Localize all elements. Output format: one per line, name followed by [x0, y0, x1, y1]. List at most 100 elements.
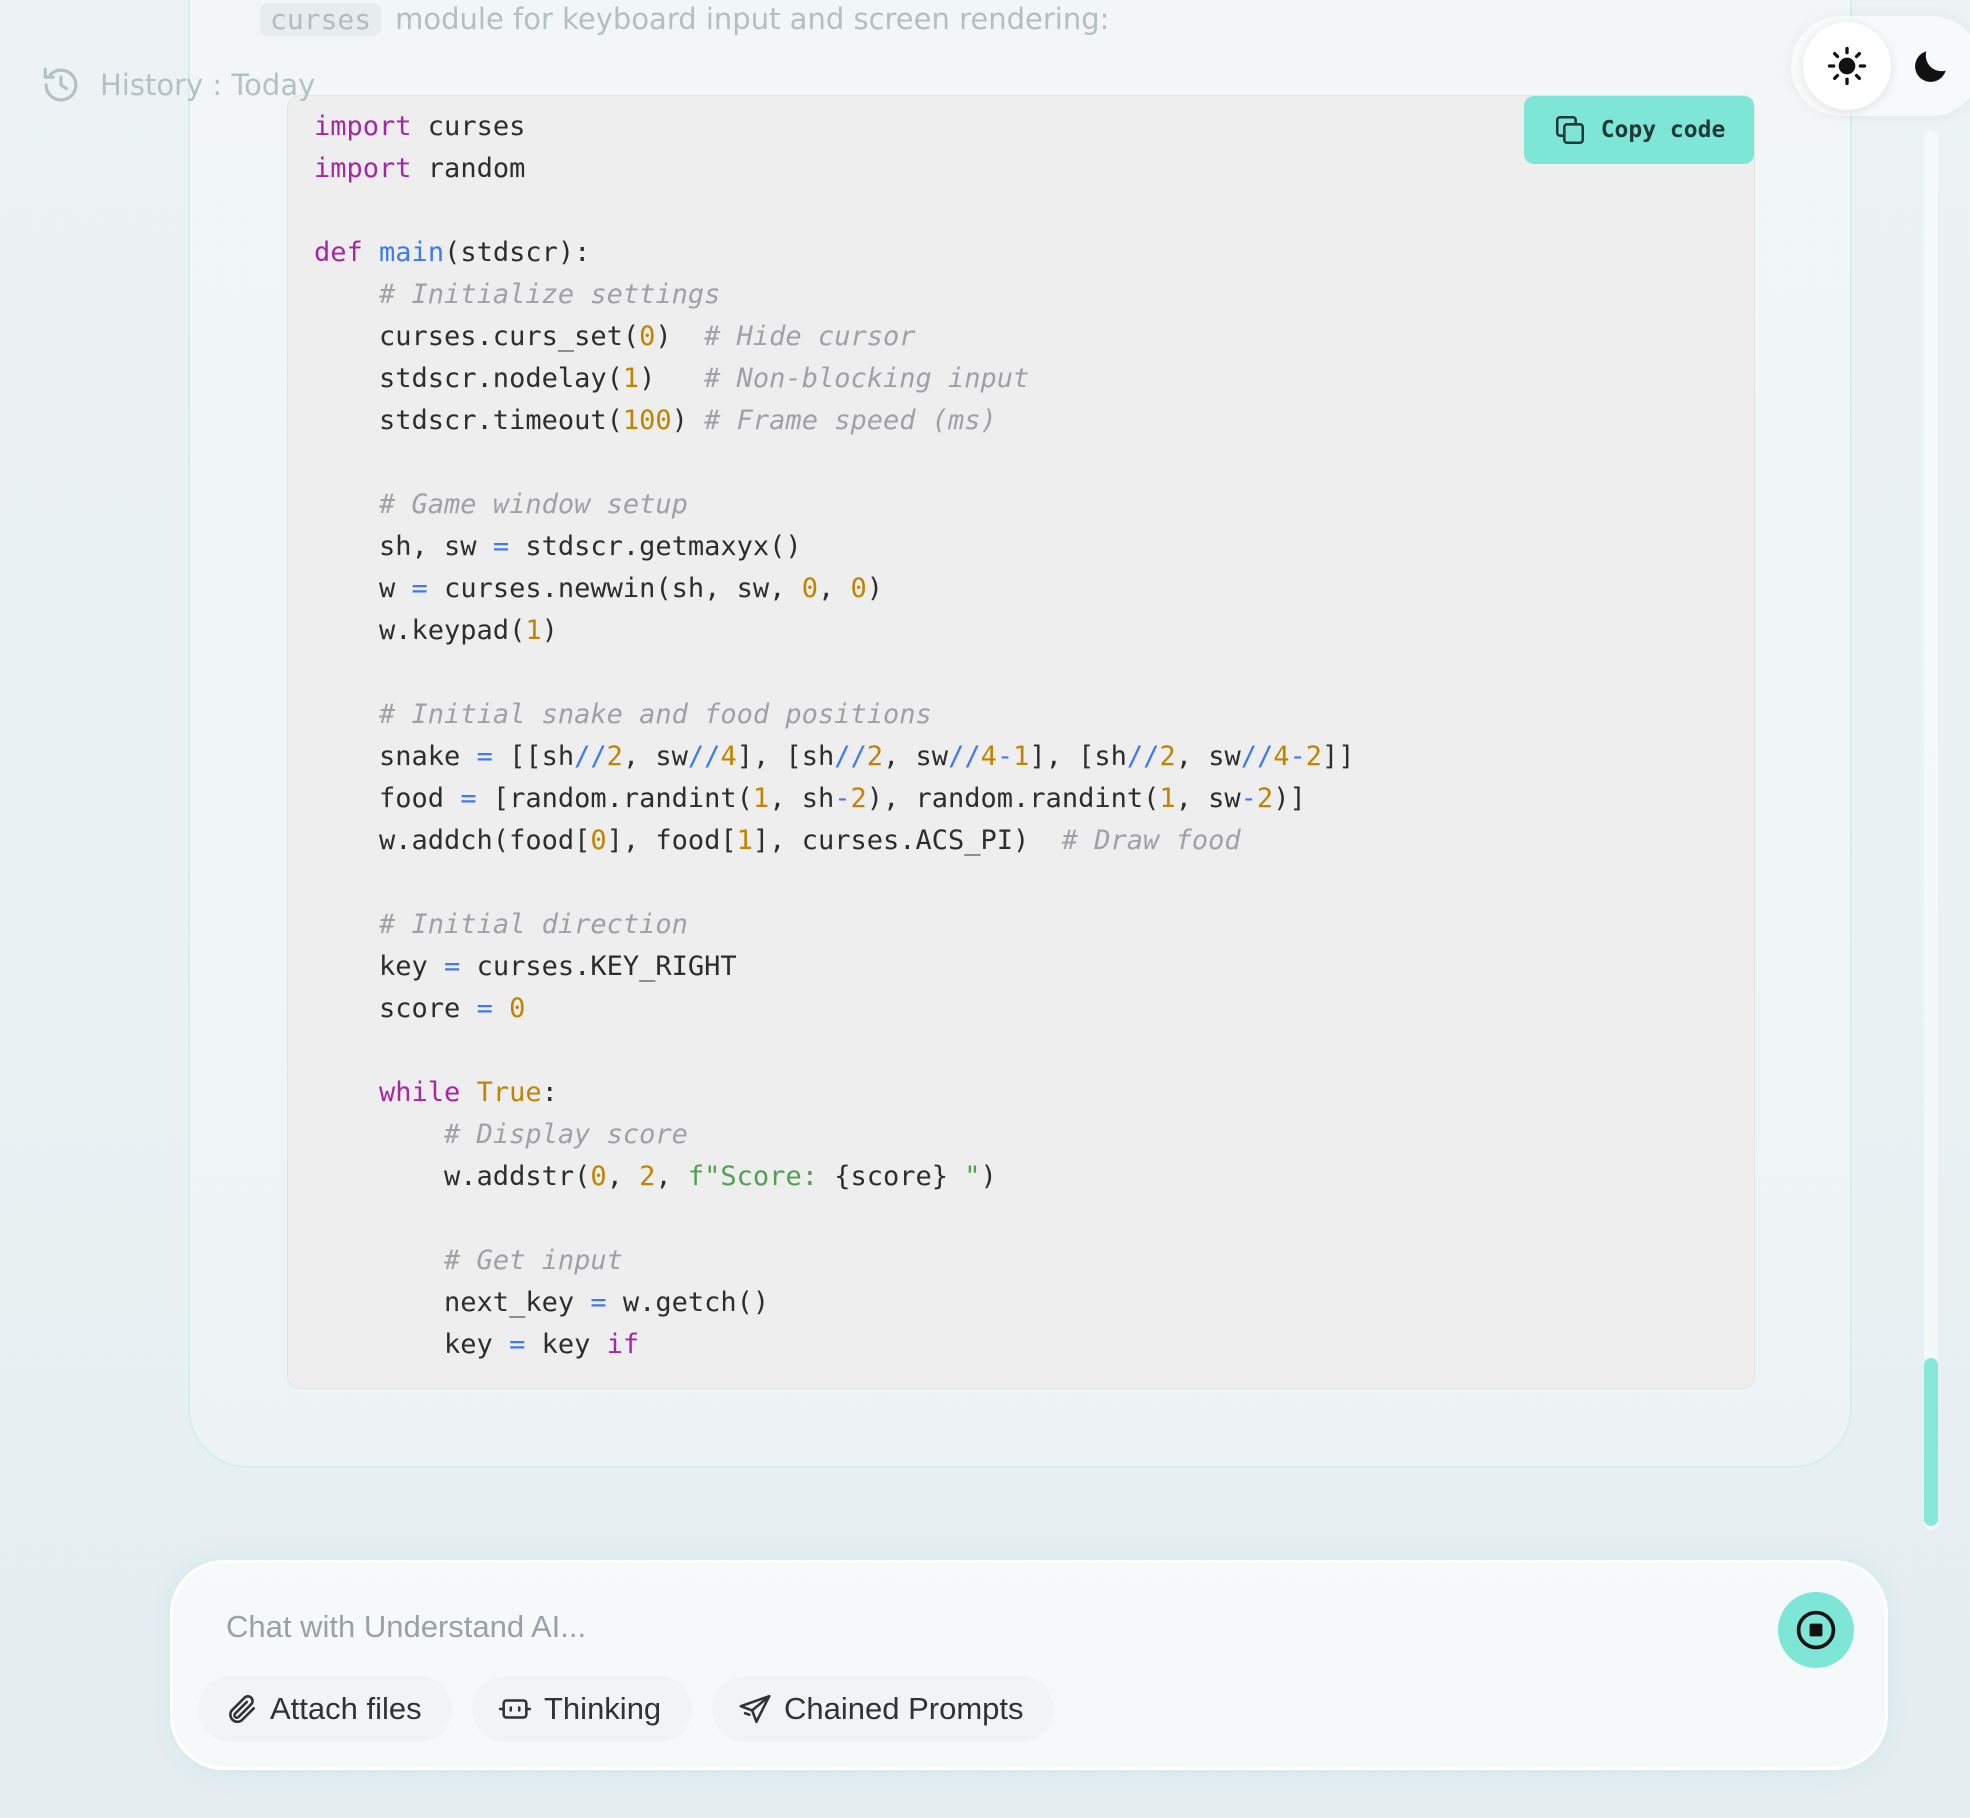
scrollbar-track[interactable]: [1924, 130, 1938, 1530]
code-token: ": [948, 1161, 981, 1192]
code-line: curses.curs_set(0) # Hide cursor: [314, 321, 915, 352]
code-line: # Initial direction: [314, 909, 688, 940]
code-token: 0: [509, 993, 526, 1024]
chat-input[interactable]: [224, 1604, 1628, 1650]
code-token: # Display score: [444, 1119, 688, 1150]
code-token: ): [866, 573, 883, 604]
code-token: =: [411, 573, 428, 604]
code-line: # Get input: [314, 1245, 623, 1276]
code-token: =: [492, 531, 510, 562]
code-token: 2: [1256, 783, 1274, 814]
code-token: ), random.randint(: [866, 783, 1160, 814]
code-token: 1: [1013, 741, 1030, 772]
code-token: # Get input: [444, 1245, 623, 1276]
copy-code-label: Copy code: [1600, 117, 1726, 143]
paper-plane-icon: [739, 1694, 771, 1724]
code-line: def main(stdscr):: [314, 237, 590, 268]
code-token: 2: [1305, 741, 1323, 772]
code-token: w.addstr(: [314, 1161, 591, 1192]
code-line: # Initialize settings: [314, 279, 720, 310]
code-token: ,: [655, 1161, 688, 1192]
chained-prompts-button[interactable]: Chained Prompts: [712, 1676, 1054, 1742]
thinking-toggle[interactable]: Thinking: [472, 1676, 692, 1742]
stop-generation-button[interactable]: [1778, 1592, 1854, 1668]
code-token: ): [655, 321, 705, 352]
code-token: 0: [850, 573, 867, 604]
paperclip-icon: [229, 1695, 256, 1724]
attach-files-button[interactable]: Attach files: [198, 1676, 452, 1742]
code-line: w.addstr(0, 2, f"Score: {score} "): [314, 1161, 997, 1192]
light-mode-button[interactable]: [1803, 22, 1891, 110]
code-token: # Hide cursor: [704, 321, 916, 352]
code-token: curses.KEY_RIGHT: [460, 951, 737, 982]
code-token: 2: [606, 741, 623, 772]
code-line: sh, sw = stdscr.getmaxyx(): [314, 531, 802, 562]
code-token: 0: [590, 825, 607, 856]
history-label: History : Today: [100, 68, 316, 102]
code-token: def: [314, 237, 363, 268]
moon-icon[interactable]: [1909, 44, 1953, 88]
code-token: # Initial direction: [379, 909, 688, 940]
code-token: {score}: [834, 1161, 949, 1192]
code-token: # Initial snake and food positions: [379, 699, 932, 730]
code-line: score = 0: [314, 993, 525, 1024]
code-token: random: [411, 153, 526, 184]
attach-files-label: Attach files: [270, 1691, 422, 1726]
history-link[interactable]: History : Today: [40, 64, 315, 106]
code-token: 1: [736, 825, 753, 856]
code-token: :: [541, 1077, 558, 1108]
code-token: f"Score:: [687, 1161, 835, 1192]
code-token: ): [639, 363, 705, 394]
code-token: # Game window setup: [379, 489, 688, 520]
code-line: # Game window setup: [314, 489, 688, 520]
code-token: -: [834, 783, 851, 814]
code-token: =: [590, 1287, 607, 1318]
code-token: 2: [866, 741, 884, 772]
code-line: snake = [[sh//2, sw//4], [sh//2, sw//4-1…: [314, 741, 1355, 772]
history-icon: [43, 67, 78, 102]
code-token: //: [1126, 741, 1160, 772]
sun-icon: [1827, 46, 1867, 86]
code-line: key = key if: [314, 1329, 639, 1360]
code-token: [[sh: [492, 741, 575, 772]
intro-text: module for keyboard input and screen ren…: [395, 2, 1110, 36]
code-line: stdscr.nodelay(1) # Non-blocking input: [314, 363, 1029, 394]
code-token: , sw: [622, 741, 688, 772]
scrollbar-thumb[interactable]: [1924, 1358, 1938, 1526]
chip-icon: [498, 1699, 532, 1719]
code-token: w.keypad(: [314, 615, 526, 646]
code-token: 1: [525, 615, 542, 646]
code-token: stdscr.nodelay(: [314, 363, 623, 394]
code-token: 4: [980, 741, 997, 772]
code-token: 100: [622, 405, 672, 436]
code-token: key: [314, 1329, 510, 1360]
code-token: ,: [606, 1161, 640, 1192]
code-token: //: [1240, 741, 1274, 772]
code-token: 4: [720, 741, 737, 772]
code-line: next_key = w.getch(): [314, 1287, 769, 1318]
theme-toggle[interactable]: [1791, 16, 1970, 116]
code-block: import curses import random def main(stdsc…: [288, 96, 1754, 1388]
code-token: =: [476, 741, 493, 772]
intro-line: curses module for keyboard input and scr…: [260, 0, 1109, 38]
code-token: w.getch(): [606, 1287, 770, 1318]
code-token: key: [314, 951, 445, 982]
code-token: ], food[: [606, 825, 737, 856]
code-token: , sh: [769, 783, 835, 814]
copy-icon: [1555, 115, 1584, 145]
copy-code-button[interactable]: Copy code: [1524, 96, 1754, 164]
code-token: 0: [801, 573, 818, 604]
thinking-label: Thinking: [544, 1691, 662, 1726]
code-token: w.addch(food[: [314, 825, 591, 856]
code-token: -: [1240, 783, 1257, 814]
code-token: ], curses.ACS_PI): [752, 825, 1062, 856]
code-token: 2: [1159, 741, 1176, 772]
code-token: 1: [622, 363, 640, 394]
code-token: # Initialize settings: [379, 279, 721, 310]
code-token: sh, sw: [314, 531, 493, 562]
code-token: import: [314, 153, 412, 184]
code-token: 4: [1273, 741, 1290, 772]
